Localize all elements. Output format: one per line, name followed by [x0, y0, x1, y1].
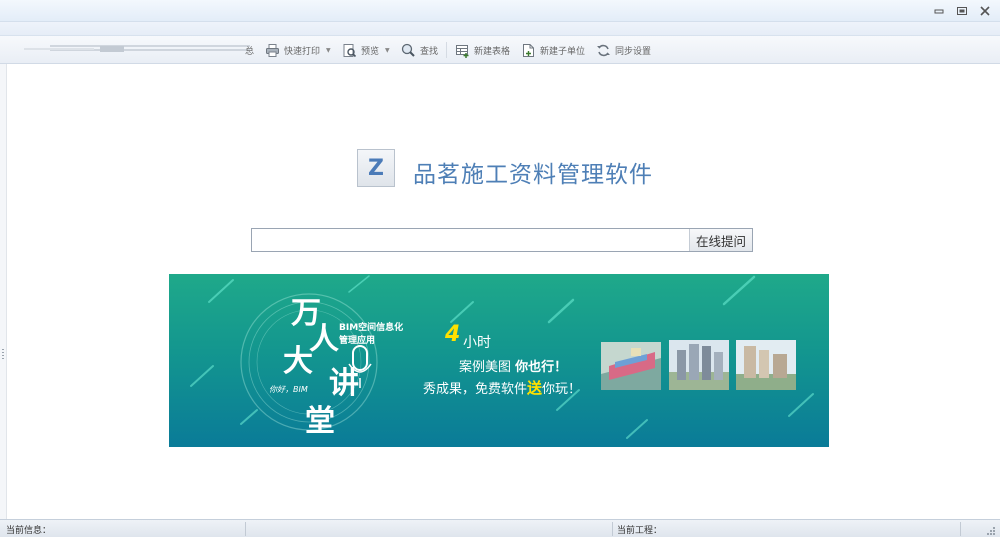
toolbar-partial-label: 总	[245, 46, 255, 57]
question-input[interactable]	[252, 229, 689, 251]
sync-icon	[596, 43, 611, 58]
search-icon	[401, 43, 416, 58]
status-separator	[245, 522, 246, 536]
banner-line1-a: 案例美图	[459, 360, 516, 375]
quick-print-button[interactable]: 快速打印 ▼	[265, 41, 331, 59]
current-project-label: 当前工程：	[617, 526, 663, 536]
promo-banner[interactable]: 万 人 大 讲 堂 BIM空间信息化 管理应用 你好，BIM 4 小时 案例美图…	[169, 274, 829, 447]
minimize-button[interactable]	[932, 4, 946, 18]
status-separator	[612, 522, 613, 536]
quick-print-label: 快速打印	[284, 46, 321, 57]
dropdown-arrow-icon[interactable]: ▼	[385, 47, 390, 54]
app-logo-letter: Z	[368, 155, 384, 181]
app-logo: Z	[357, 149, 395, 187]
status-bar: 当前信息： 当前工程：	[0, 519, 1000, 537]
banner-hours-number: 4	[445, 322, 461, 347]
banner-line1: 案例美图 你也行！	[459, 356, 567, 375]
printer-icon	[265, 43, 280, 58]
case-thumbnail-1	[601, 342, 661, 390]
banner-subtitle-line2: 管理应用	[339, 336, 376, 346]
toolbar-obscured-area	[0, 43, 250, 55]
banner-hours-text: 小时	[463, 335, 491, 351]
close-button[interactable]	[978, 4, 992, 18]
toolbar-separator	[446, 42, 447, 58]
left-panel-edge	[0, 64, 7, 519]
banner-line2-b: 送	[527, 379, 543, 397]
banner-title-char-3: 大	[283, 344, 313, 379]
banner-hello: 你好，BIM	[269, 385, 308, 394]
preview-button[interactable]: 预览 ▼	[342, 41, 390, 59]
sync-settings-button[interactable]: 同步设置	[596, 41, 651, 59]
new-table-icon	[455, 43, 470, 58]
banner-title-char-5: 堂	[305, 404, 335, 439]
find-label: 查找	[420, 46, 439, 57]
dropdown-arrow-icon[interactable]: ▼	[326, 47, 331, 54]
new-subunit-button[interactable]: 新建子单位	[521, 41, 585, 59]
banner-line1-b: 你也行！	[515, 360, 568, 375]
current-info-label: 当前信息：	[6, 526, 52, 536]
new-subunit-label: 新建子单位	[540, 46, 586, 57]
restore-button[interactable]	[955, 4, 969, 18]
close-icon	[980, 6, 990, 16]
banner-subtitle-line1: BIM空间信息化	[339, 323, 404, 333]
online-question-bar: 在线提问	[251, 228, 753, 252]
app-title: 品茗施工资料管理软件	[413, 162, 653, 188]
new-table-label: 新建表格	[474, 46, 511, 57]
new-table-button[interactable]: 新建表格	[455, 41, 510, 59]
banner-line2-c: 你玩！	[542, 382, 582, 397]
preview-icon	[342, 43, 357, 58]
banner-line2: 秀成果，免费软件送你玩！	[423, 377, 581, 398]
menu-band	[0, 22, 1000, 36]
splitter-grip[interactable]	[2, 349, 4, 361]
sync-settings-label: 同步设置	[615, 46, 652, 57]
title-bar	[0, 0, 1000, 22]
new-subunit-icon	[521, 43, 536, 58]
minimize-icon	[934, 9, 944, 14]
resize-grip-icon[interactable]	[986, 526, 996, 536]
online-question-button[interactable]: 在线提问	[689, 229, 752, 251]
restore-icon	[957, 7, 967, 15]
status-separator	[960, 522, 961, 536]
case-thumbnail-3	[736, 340, 796, 390]
find-button[interactable]: 查找	[401, 41, 438, 59]
window-controls	[932, 4, 992, 18]
toolbar: 总 快速打印 ▼ 预览 ▼ 查找 新建表格 新建子单位 同步设置	[0, 36, 1000, 64]
banner-line2-a: 秀成果，免费软件	[423, 382, 528, 397]
banner-title-char-2: 人	[309, 322, 339, 357]
case-thumbnail-2	[669, 340, 729, 390]
preview-label: 预览	[361, 46, 380, 57]
